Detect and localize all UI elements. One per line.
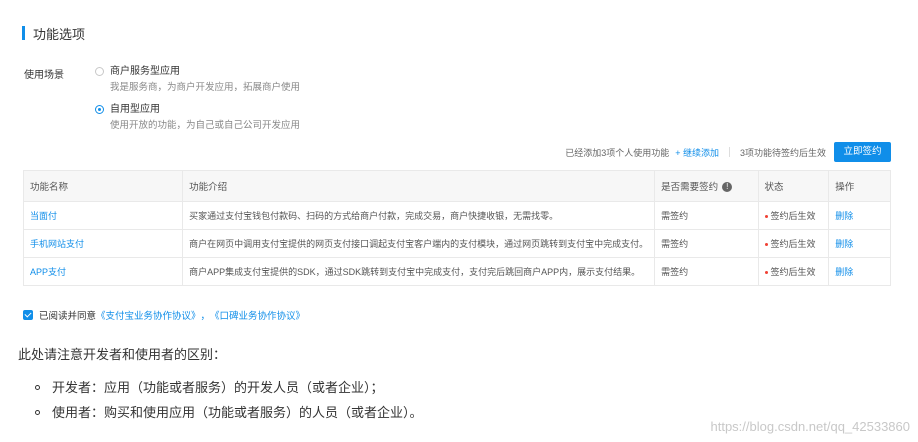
list-item: 开发者：应用（功能或者服务）的开发人员（或者企业）； (35, 375, 423, 400)
scene-label: 使用场景 (24, 70, 64, 81)
status-text: 签约后生效 (770, 211, 816, 221)
status-dot (764, 271, 768, 275)
status-cell: 签约后生效 (758, 201, 830, 230)
function-desc: 商户在网页中调用支付宝提供的网页支付接口调起支付宝客户端内的支付模块，通过网页跳… (182, 229, 656, 258)
bullet-icon (35, 410, 40, 415)
status-text: 签约后生效 (770, 267, 816, 277)
status-dot (764, 243, 768, 247)
status-cell: 签约后生效 (758, 229, 830, 258)
agreement-comma: ， (200, 311, 211, 322)
radio-option-desc: 我是服务商，为商户开发应用，拓展商户使用 (110, 82, 301, 93)
list-item-text: 使用者：购买和使用应用（功能或者服务）的人员（或者企业）。 (52, 404, 423, 420)
column-header: 功能名称 (22, 170, 184, 202)
koubei-agreement-link[interactable]: 《口碑业务协作协议》 (210, 308, 305, 322)
divider (728, 147, 730, 157)
added-count-text: 已经添加3项个人使用功能 (565, 147, 670, 158)
info-icon[interactable]: ! (722, 182, 733, 193)
agree-prefix: 已阅读并同意 (39, 311, 97, 322)
delete-link[interactable]: 删除 (828, 201, 891, 230)
radio-button[interactable] (95, 67, 104, 76)
table-row: APP支付 商户APP集成支付宝提供的SDK，通过SDK跳转到支付宝中完成支付，… (22, 257, 891, 286)
status-cell: 签约后生效 (758, 257, 830, 286)
watermark: https://blog.csdn.net/qq_42533860 (710, 419, 911, 434)
sign-required: 需签约 (654, 229, 759, 258)
sign-required: 需签约 (654, 201, 759, 230)
agree-checkbox[interactable] (23, 310, 33, 320)
function-desc: 买家通过支付宝钱包付款码、扫码的方式给商户付款，完成交易，商户快捷收银，无需找零… (182, 201, 656, 230)
radio-option-title: 自用型应用 (110, 104, 160, 115)
delete-link[interactable]: 删除 (828, 257, 891, 286)
status-text: 签约后生效 (770, 239, 816, 249)
table-row: 手机网站支付 商户在网页中调用支付宝提供的网页支付接口调起支付宝客户端内的支付模… (22, 229, 891, 258)
function-desc: 商户APP集成支付宝提供的SDK，通过SDK跳转到支付宝中完成支付，支付完后跳回… (182, 257, 656, 286)
radio-option-self-use[interactable]: 自用型应用 使用开放的功能，为自己或自己公司开发应用 (95, 104, 300, 132)
continue-add-link[interactable]: + 继续添加 (675, 146, 719, 159)
sign-info-row: 已经添加3项个人使用功能 + 继续添加 3项功能待签约后生效 立即签约 (565, 142, 891, 162)
column-header: 功能介绍 (182, 170, 656, 202)
alipay-agreement-link[interactable]: 《支付宝业务协作协议》 (96, 308, 201, 322)
radio-option-desc: 使用开放的功能，为自己或自己公司开发应用 (110, 120, 301, 131)
accent-bar (22, 26, 25, 40)
bullet-icon (35, 385, 40, 390)
sign-required: 需签约 (654, 257, 759, 286)
column-header-sign: 是否需要签约! (654, 170, 759, 202)
function-name-link[interactable]: 手机网站支付 (22, 229, 184, 258)
table-row: 当面付 买家通过支付宝钱包付款码、扫码的方式给商户付款，完成交易，商户快捷收银，… (22, 201, 891, 230)
radio-button-checked[interactable] (95, 105, 104, 114)
function-name-link[interactable]: APP支付 (22, 257, 184, 286)
list-item-text: 开发者：应用（功能或者服务）的开发人员（或者企业）； (52, 379, 384, 395)
sign-now-button[interactable]: 立即签约 (834, 142, 891, 162)
note-heading: 此处请注意开发者和使用者的区别： (18, 347, 227, 362)
section-header: 功能选项 (22, 24, 85, 42)
function-table: 功能名称 功能介绍 是否需要签约! 状态 操作 当面付 买家通过支付宝钱包付款码… (22, 170, 891, 286)
section-title: 功能选项 (33, 26, 86, 42)
radio-option-merchant-service[interactable]: 商户服务型应用 我是服务商，为商户开发应用，拓展商户使用 (95, 66, 300, 94)
column-header: 操作 (828, 170, 891, 202)
radio-option-title: 商户服务型应用 (110, 66, 180, 77)
note-list: 开发者：应用（功能或者服务）的开发人员（或者企业）； 使用者：购买和使用应用（功… (35, 375, 423, 425)
column-header-label: 是否需要签约 (661, 182, 719, 193)
delete-link[interactable]: 删除 (828, 229, 891, 258)
status-dot (764, 215, 768, 219)
column-header: 状态 (758, 170, 830, 202)
function-name-link[interactable]: 当面付 (22, 201, 184, 230)
list-item: 使用者：购买和使用应用（功能或者服务）的人员（或者企业）。 (35, 400, 423, 425)
pending-text: 3项功能待签约后生效 (739, 147, 826, 158)
agreement-row: 已阅读并同意 《支付宝业务协作协议》 ， 《口碑业务协作协议》 (23, 308, 305, 322)
table-header-row: 功能名称 功能介绍 是否需要签约! 状态 操作 (22, 170, 891, 202)
